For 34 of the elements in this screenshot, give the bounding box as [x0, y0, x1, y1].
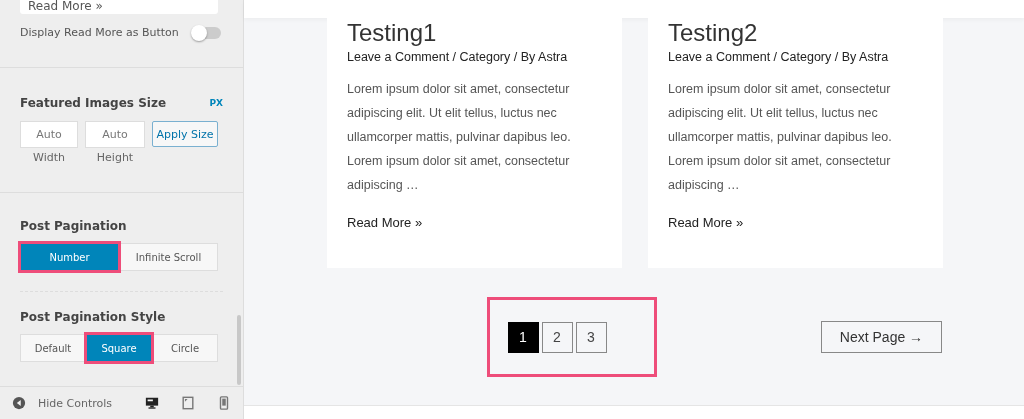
option-button[interactable]: Circle [153, 335, 217, 361]
toggle-switch[interactable] [193, 26, 221, 39]
section-title: Post Pagination Style [20, 310, 167, 324]
read-more-link[interactable]: Read More » [668, 215, 744, 230]
tablet-icon[interactable] [181, 396, 195, 410]
page-number[interactable]: 2 [541, 321, 573, 353]
hide-controls-link[interactable]: Hide Controls [38, 396, 113, 410]
read-more-field[interactable]: Read More » [20, 0, 218, 14]
post-excerpt: Lorem ipsum dolor sit amet, consectetur adipiscing elit. Ut elit tellus, luctus nec ullamcorper mattis, pulvinar dapibus leo. Lorem ipsum dolor sit amet, consectetur adipiscing … [668, 81, 893, 194]
post-meta: Leave a Comment / Category / By Astra [347, 50, 569, 64]
field-caption: Width [33, 151, 65, 164]
field-caption: Height [96, 151, 134, 164]
post-title[interactable]: Testing1 [347, 18, 602, 48]
section-title: Post Pagination [20, 219, 128, 233]
option-button[interactable]: Default [21, 335, 85, 361]
post-title[interactable]: Testing2 [668, 18, 923, 48]
mobile-icon[interactable] [217, 396, 231, 410]
next-page-button[interactable]: Next Page → [821, 321, 942, 353]
option-button[interactable]: Square [87, 335, 151, 361]
apply-size-button[interactable]: Apply Size [152, 121, 218, 147]
unit-label[interactable]: PX [209, 98, 223, 108]
section-title: Featured Images Size [20, 96, 167, 110]
collapse-icon[interactable] [12, 396, 26, 410]
post-excerpt: Lorem ipsum dolor sit amet, consectetur adipiscing elit. Ut elit tellus, luctus nec ullamcorper mattis, pulvinar dapibus leo. Lorem ipsum dolor sit amet, consectetur adipiscing … [347, 81, 572, 194]
page-number[interactable]: 1 [507, 321, 539, 353]
width-field[interactable]: Auto [20, 121, 78, 148]
page-number[interactable]: 3 [575, 321, 607, 353]
toggle-label: Display Read More as Button [20, 26, 179, 39]
read-more-link[interactable]: Read More » [347, 215, 423, 230]
post-meta: Leave a Comment / Category / By Astra [668, 50, 890, 64]
option-button[interactable]: Number [21, 244, 118, 270]
option-button[interactable]: Infinite Scroll [120, 244, 217, 270]
desktop-icon[interactable] [145, 396, 159, 410]
height-field[interactable]: Auto [85, 121, 145, 148]
